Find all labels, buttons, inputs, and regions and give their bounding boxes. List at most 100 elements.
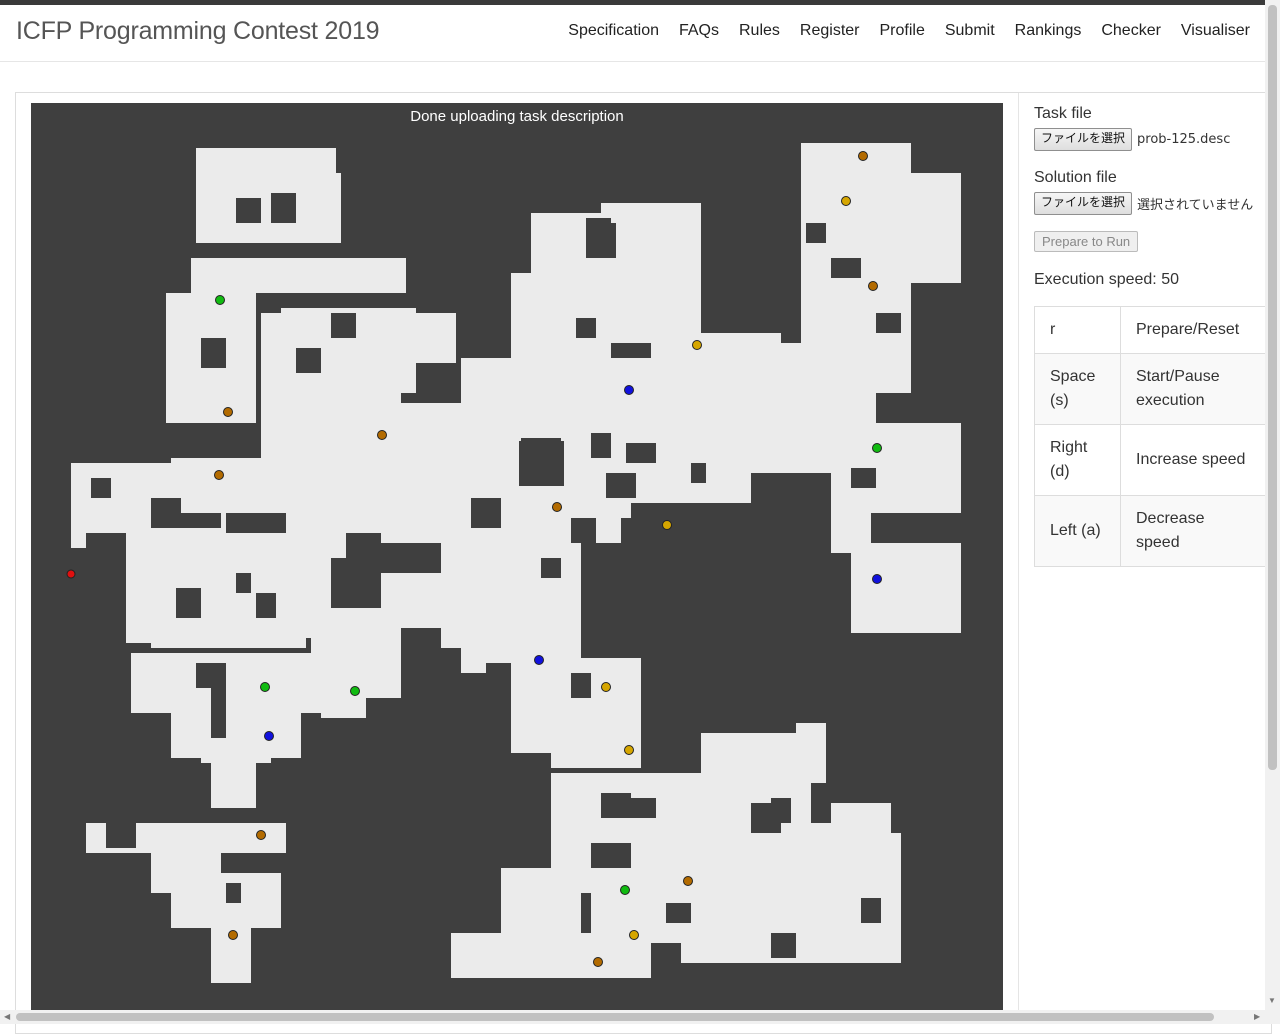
- wheels-booster-icon: [552, 502, 562, 512]
- map-obstacle: [651, 943, 681, 968]
- map-obstacle: [571, 673, 591, 698]
- execution-speed: Execution speed: 50: [1034, 271, 1179, 288]
- map-obstacle: [831, 258, 861, 278]
- action-cell: Increase speed: [1120, 424, 1266, 496]
- key-cell: Space (s): [1034, 353, 1121, 425]
- key-cell: Right (d): [1034, 424, 1121, 496]
- map-free-area: [831, 803, 891, 903]
- map-obstacle: [541, 558, 561, 578]
- map-free-area: [831, 423, 961, 513]
- map-free-area: [191, 258, 406, 293]
- action-cell: Start/Pause execution: [1120, 353, 1266, 425]
- map-obstacle: [471, 498, 501, 528]
- map-obstacle: [591, 843, 631, 868]
- task-file-label: Task file: [1034, 105, 1092, 122]
- horizontal-scroll-thumb[interactable]: [16, 1013, 1214, 1021]
- table-row: Space (s) Start/Pause execution: [1034, 353, 1266, 425]
- nav-menu: Specification FAQs Rules Register Profil…: [568, 22, 1250, 40]
- manipulator-booster-icon: [692, 340, 702, 350]
- action-cell: Prepare/Reset: [1120, 306, 1266, 354]
- map-obstacle: [226, 513, 286, 533]
- key-cell: r: [1034, 306, 1121, 354]
- map-obstacle: [771, 798, 791, 823]
- solution-file-label: Solution file: [1034, 169, 1117, 186]
- wheels-booster-icon: [214, 470, 224, 480]
- drill-booster-icon: [350, 686, 360, 696]
- table-row: Right (d) Increase speed: [1034, 424, 1266, 496]
- scroll-left-icon[interactable]: ◀: [4, 1012, 10, 1021]
- prepare-button[interactable]: Prepare to Run: [1034, 231, 1139, 252]
- table-row: r Prepare/Reset: [1034, 306, 1266, 354]
- map-obstacle: [576, 318, 596, 338]
- scroll-right-icon[interactable]: ▶: [1254, 1012, 1260, 1021]
- map-obstacle: [601, 793, 631, 818]
- control-sidebar: Task file ファイルを選択 prob-125.desc Solution…: [1034, 105, 1266, 567]
- wheels-booster-icon: [228, 930, 238, 940]
- map-obstacle: [861, 898, 881, 923]
- nav-profile[interactable]: Profile: [879, 22, 924, 40]
- map-obstacle: [626, 443, 656, 463]
- map-obstacle: [176, 588, 201, 618]
- teleport-booster-icon: [624, 385, 634, 395]
- manipulator-booster-icon: [841, 196, 851, 206]
- map-obstacle: [691, 463, 706, 483]
- map-obstacle: [226, 883, 241, 903]
- map-obstacle: [666, 903, 691, 923]
- robot-icon: [66, 569, 76, 579]
- controls-table: r Prepare/Reset Space (s) Start/Pause ex…: [1034, 306, 1266, 567]
- nav-checker[interactable]: Checker: [1101, 22, 1161, 40]
- map-obstacle: [331, 313, 356, 338]
- solution-file-button[interactable]: ファイルを選択: [1034, 192, 1133, 215]
- map-obstacle: [606, 473, 636, 498]
- map-free-area: [796, 723, 826, 783]
- map-free-area: [151, 558, 306, 648]
- map-obstacle: [621, 518, 651, 543]
- drill-booster-icon: [620, 885, 630, 895]
- map-obstacle: [571, 518, 596, 543]
- map-obstacle: [851, 468, 876, 488]
- map-obstacle: [236, 573, 251, 593]
- map-obstacle: [486, 663, 511, 683]
- map-obstacle: [91, 478, 111, 498]
- map-free-area: [261, 313, 456, 363]
- visualiser-canvas[interactable]: Done uploading task description: [31, 103, 1003, 1018]
- panel-divider: [1018, 93, 1019, 1023]
- map-obstacle: [771, 933, 796, 958]
- site-title[interactable]: ICFP Programming Contest 2019: [16, 17, 380, 46]
- wheels-booster-icon: [868, 281, 878, 291]
- nav-specification[interactable]: Specification: [568, 22, 659, 40]
- wheels-booster-icon: [377, 430, 387, 440]
- nav-rules[interactable]: Rules: [739, 22, 780, 40]
- map-obstacle: [211, 688, 226, 738]
- nav-visualiser[interactable]: Visualiser: [1181, 22, 1250, 40]
- key-cell: Left (a): [1034, 495, 1121, 567]
- manipulator-booster-icon: [629, 930, 639, 940]
- vertical-scroll-thumb[interactable]: [1268, 5, 1277, 770]
- map-obstacle: [256, 593, 276, 618]
- nav-faqs[interactable]: FAQs: [679, 22, 719, 40]
- nav-rankings[interactable]: Rankings: [1015, 22, 1082, 40]
- nav-submit[interactable]: Submit: [945, 22, 995, 40]
- wheels-booster-icon: [256, 830, 266, 840]
- action-cell: Decrease speed: [1120, 495, 1266, 567]
- map-free-area: [171, 458, 346, 558]
- map-obstacle: [181, 513, 221, 528]
- wheels-booster-icon: [858, 151, 868, 161]
- map-obstacle: [586, 218, 611, 238]
- wheels-booster-icon: [223, 407, 233, 417]
- map-obstacle: [271, 193, 296, 223]
- map-free-area: [451, 933, 651, 978]
- table-row: Left (a) Decrease speed: [1034, 495, 1266, 567]
- map-obstacle: [86, 533, 126, 548]
- map-obstacle: [201, 338, 226, 368]
- scroll-down-icon[interactable]: ▼: [1268, 996, 1276, 1005]
- nav-register[interactable]: Register: [800, 22, 860, 40]
- map-obstacle: [631, 798, 656, 818]
- task-file-button[interactable]: ファイルを選択: [1034, 128, 1133, 151]
- map-free-area: [851, 543, 961, 633]
- manipulator-booster-icon: [601, 682, 611, 692]
- map-obstacle: [296, 348, 321, 373]
- solution-file-row: ファイルを選択 選択されていません: [1034, 192, 1266, 215]
- map-obstacle: [806, 223, 826, 243]
- wheels-booster-icon: [683, 876, 693, 886]
